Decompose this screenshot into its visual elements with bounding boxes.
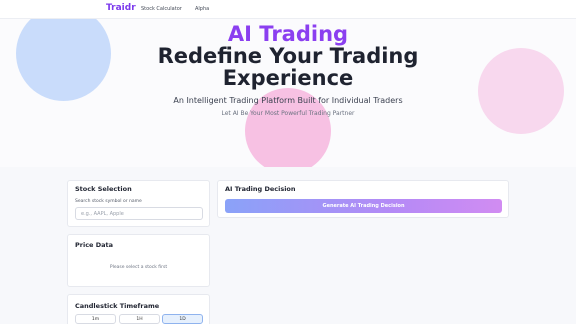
stock-selection-card: Stock Selection Search stock symbol or n… (67, 180, 210, 227)
timeframe-title: Candlestick Timeframe (75, 302, 160, 310)
search-label: Search stock symbol or name (75, 199, 142, 204)
hero-title-line1: Redefine Your Trading (157, 44, 419, 68)
price-data-title: Price Data (75, 241, 113, 249)
price-data-empty-message: Please select a stock first (109, 265, 168, 270)
price-data-card: Price Data Please select a stock first (67, 234, 210, 287)
hero-tagline: Let AI Be Your Most Powerful Trading Par… (221, 110, 355, 117)
hero-highlight: AI Trading (227, 22, 349, 46)
brand-logo[interactable]: Traidr (106, 3, 136, 13)
hero-subtitle: An Intelligent Trading Platform Built fo… (173, 96, 403, 105)
stock-search-input[interactable] (75, 207, 203, 220)
timeframe-card: Candlestick Timeframe 1m 1H 1D (67, 294, 210, 324)
timeframe-button-1h[interactable]: 1H (119, 314, 160, 324)
ai-decision-title: AI Trading Decision (225, 185, 296, 193)
timeframe-button-1m[interactable]: 1m (75, 314, 116, 324)
nav-link-stock-calculator[interactable]: Stock Calculator (141, 6, 182, 12)
generate-decision-button[interactable]: Generate AI Trading Decision (225, 199, 502, 213)
nav-link-alpha[interactable]: Alpha (195, 6, 209, 12)
top-navbar: Traidr Stock Calculator Alpha (0, 0, 576, 19)
hero-section: AI Trading Redefine Your Trading Experie… (0, 19, 576, 167)
ai-decision-card: AI Trading Decision Generate AI Trading … (217, 180, 509, 218)
timeframe-button-1d[interactable]: 1D (162, 314, 203, 324)
stock-selection-title: Stock Selection (75, 185, 132, 193)
hero-title-line2: Experience (222, 66, 354, 90)
